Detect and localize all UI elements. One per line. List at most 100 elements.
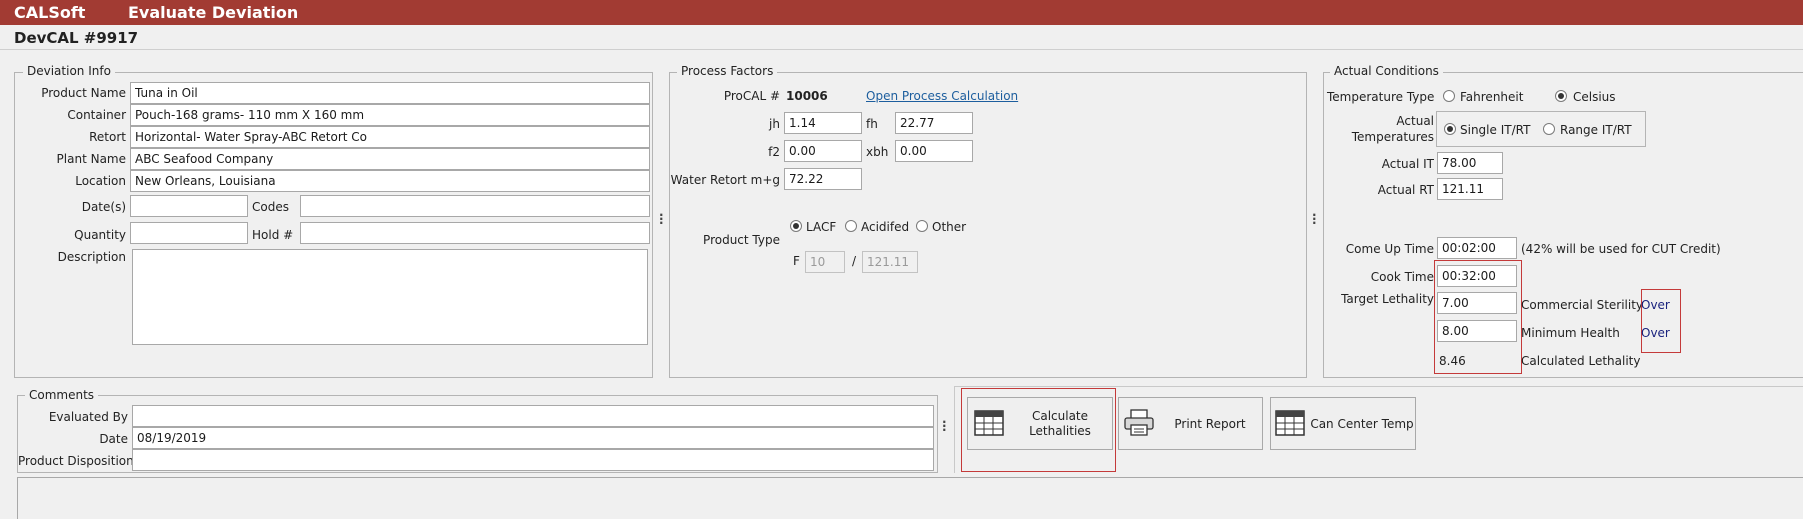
actual-conditions-legend: Actual Conditions: [1330, 64, 1443, 78]
cook-time-label: Cook Time: [1370, 270, 1434, 284]
comments-legend: Comments: [25, 388, 99, 402]
actual-it-label: Actual IT: [1381, 157, 1434, 171]
comment-date-field[interactable]: [132, 427, 934, 449]
celsius-radio[interactable]: [1555, 90, 1567, 102]
product-disposition-label: Product Disposition: [18, 454, 134, 468]
title-bar: CALSoft Evaluate Deviation: [0, 0, 1803, 25]
minimum-health-status: Over: [1641, 326, 1670, 340]
evaluated-by-field[interactable]: [132, 405, 934, 427]
evaluated-by-label: Evaluated By: [48, 410, 128, 424]
fahrenheit-radio[interactable]: [1443, 90, 1455, 102]
other-label: Other: [932, 220, 967, 234]
minimum-health-field[interactable]: [1437, 320, 1517, 342]
xbh-field[interactable]: [895, 140, 973, 162]
range-itrt-label: Range IT/RT: [1560, 123, 1632, 137]
location-label: Location: [75, 174, 126, 188]
actual-temperatures-label-line2: Temperatures: [1351, 130, 1434, 144]
commercial-sterility-field[interactable]: [1437, 292, 1517, 314]
acidified-label: Acidifed: [861, 220, 910, 234]
commercial-sterility-status: Over: [1641, 298, 1670, 312]
retort-field[interactable]: [130, 126, 650, 148]
water-retort-field[interactable]: [784, 168, 862, 190]
window-title: Evaluate Deviation: [128, 3, 299, 22]
range-itrt-radio[interactable]: [1543, 123, 1555, 135]
actual-rt-label: Actual RT: [1377, 183, 1434, 197]
fahrenheit-label: Fahrenheit: [1460, 90, 1524, 104]
table-icon: [974, 410, 1004, 436]
dates-label: Date(s): [81, 200, 126, 214]
come-up-time-label: Come Up Time: [1345, 242, 1434, 256]
celsius-label: Celsius: [1573, 90, 1616, 104]
deviation-info-legend: Deviation Info: [23, 64, 115, 78]
can-center-temp-label: Can Center Temp: [1310, 417, 1414, 431]
table-icon: [1275, 410, 1305, 436]
description-label: Description: [57, 250, 126, 264]
fh-field[interactable]: [895, 112, 973, 134]
app-name: CALSoft: [14, 3, 86, 22]
print-report-button[interactable]: Print Report: [1118, 397, 1263, 450]
panel-splitter[interactable]: · · ·: [942, 416, 947, 436]
product-type-label: Product Type: [703, 233, 780, 247]
f2-label: f2: [768, 145, 780, 159]
come-up-time-field[interactable]: [1437, 237, 1517, 259]
printer-icon: [1124, 409, 1154, 436]
other-radio[interactable]: [916, 220, 928, 232]
can-center-temp-button[interactable]: Can Center Temp: [1270, 397, 1416, 450]
calculate-lethalities-label: Calculate Lethalities: [1029, 409, 1091, 438]
calculated-lethality-label: Calculated Lethality: [1521, 354, 1641, 368]
lacf-label: LACF: [806, 220, 837, 234]
container-field[interactable]: [130, 104, 650, 126]
bottom-panel: [17, 477, 1803, 519]
product-name-field[interactable]: [130, 82, 650, 104]
hold-label: Hold #: [252, 228, 294, 242]
actual-it-field[interactable]: [1437, 152, 1503, 174]
comment-date-label: Date: [99, 432, 128, 446]
hold-field[interactable]: [300, 222, 650, 244]
calculated-lethality-value: 8.46: [1439, 354, 1466, 368]
record-title: DevCAL #9917: [14, 29, 139, 47]
f-label: F: [793, 254, 800, 268]
actual-rt-field[interactable]: [1437, 178, 1503, 200]
f-temp-field: [862, 251, 918, 273]
product-disposition-field[interactable]: [132, 449, 934, 471]
location-field[interactable]: [130, 170, 650, 192]
water-retort-label: Water Retort m+g: [670, 173, 780, 187]
header-divider: [0, 49, 1803, 50]
temperature-type-label: Temperature Type: [1327, 90, 1435, 104]
plant-name-field[interactable]: [130, 148, 650, 170]
quantity-field[interactable]: [130, 222, 248, 244]
plant-name-label: Plant Name: [56, 152, 126, 166]
jh-label: jh: [769, 117, 780, 131]
acidified-radio[interactable]: [845, 220, 857, 232]
calculate-lethalities-button[interactable]: Calculate Lethalities: [967, 397, 1113, 450]
f-value-field: [805, 251, 845, 273]
target-lethality-label: Target Lethality: [1341, 292, 1434, 306]
codes-field[interactable]: [300, 195, 650, 217]
actual-temperatures-label-line1: Actual: [1396, 114, 1434, 128]
xbh-label: xbh: [866, 145, 889, 159]
procal-number: 10006: [786, 89, 828, 103]
description-field[interactable]: [132, 249, 648, 345]
f-slash: /: [852, 254, 857, 268]
jh-field[interactable]: [784, 112, 862, 134]
panel-splitter[interactable]: · · ·: [659, 209, 664, 229]
minimum-health-label: Minimum Health: [1521, 326, 1620, 340]
quantity-label: Quantity: [74, 228, 126, 242]
retort-label: Retort: [89, 130, 126, 144]
f2-field[interactable]: [784, 140, 862, 162]
dates-field[interactable]: [130, 195, 248, 217]
lacf-radio[interactable]: [790, 220, 802, 232]
open-process-calculation-link[interactable]: Open Process Calculation: [866, 89, 1018, 103]
cook-time-field[interactable]: [1437, 265, 1517, 287]
print-report-label: Print Report: [1174, 417, 1246, 431]
process-factors-legend: Process Factors: [677, 64, 778, 78]
product-name-label: Product Name: [41, 86, 126, 100]
procal-label: ProCAL #: [723, 89, 780, 103]
cut-credit-note: (42% will be used for CUT Credit): [1521, 242, 1721, 256]
commercial-sterility-label: Commercial Sterility: [1521, 298, 1644, 312]
panel-splitter[interactable]: · · ·: [1312, 209, 1317, 229]
single-itrt-radio[interactable]: [1444, 123, 1456, 135]
codes-label: Codes: [252, 200, 289, 214]
single-itrt-label: Single IT/RT: [1460, 123, 1531, 137]
fh-label: fh: [866, 117, 878, 131]
